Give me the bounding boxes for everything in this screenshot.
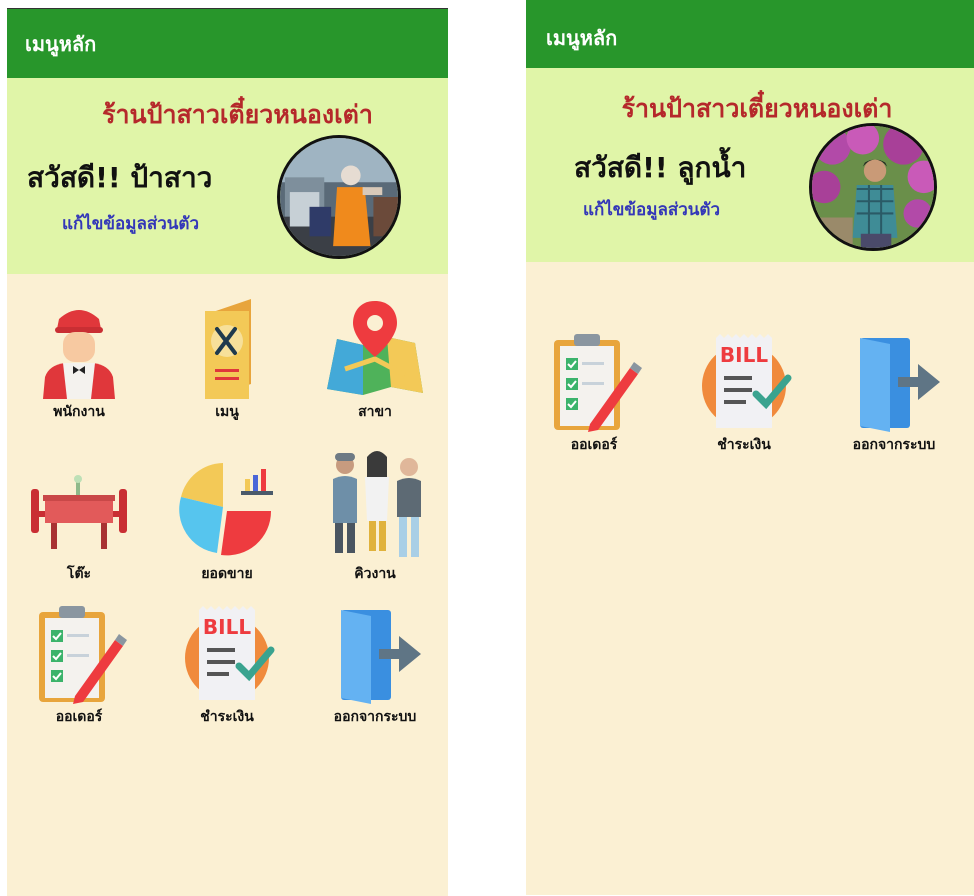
logout-icon — [860, 338, 940, 432]
menu-label: ออเดอร์ — [55, 709, 103, 725]
branch-map-icon — [327, 301, 423, 395]
table-icon — [31, 475, 127, 549]
menu-label: ออเดอร์ — [570, 437, 618, 453]
profile-panel: ร้านป้าสาวเตี๋ยวหนองเต่า สวัสดี!! ป้าสาว… — [7, 78, 448, 274]
avatar[interactable] — [809, 123, 937, 251]
app-bar: เมนูหลัก — [7, 9, 448, 78]
logout-icon — [341, 610, 421, 704]
edit-profile-link[interactable]: แก้ไขข้อมูลส่วนตัว — [583, 196, 720, 223]
svg-text:BILL: BILL — [203, 615, 251, 639]
staff-main-menu-screen: เมนูหลัก ร้านป้าสาวเตี๋ยวหนองเต่า สวัสดี… — [526, 0, 974, 895]
profile-panel: ร้านป้าสาวเตี๋ยวหนองเต่า สวัสดี!! ลูกน้ำ… — [526, 68, 974, 262]
menu-item-logout[interactable]: ออกจากระบบ — [830, 332, 958, 456]
app-bar-title: เมนูหลัก — [25, 31, 97, 56]
food-menu-icon — [205, 299, 251, 399]
menu-item-order[interactable]: ออเดอร์ — [15, 604, 143, 728]
menu-item-order[interactable]: ออเดอร์ — [530, 332, 658, 456]
menu-item-sales[interactable]: ยอดขาย — [163, 461, 291, 585]
menu-label: พนักงาน — [53, 404, 105, 420]
menu-label: ยอดขาย — [201, 566, 253, 582]
menu-label: เมนู — [215, 404, 239, 420]
menu-label: ชำระเงิน — [717, 437, 771, 453]
shop-name: ร้านป้าสาวเตี๋ยวหนองเต่า — [102, 100, 373, 129]
menu-label: ออกจากระบบ — [852, 437, 936, 453]
menu-item-payment[interactable]: BILL ชำระเงิน — [163, 604, 291, 728]
menu-label: ชำระเงิน — [200, 709, 254, 725]
avatar-photo — [280, 138, 398, 256]
sales-chart-icon — [179, 463, 273, 556]
bill-icon: BILL — [185, 606, 275, 700]
owner-main-menu-screen: เมนูหลัก ร้านป้าสาวเตี๋ยวหนองเต่า สวัสดี… — [7, 8, 448, 896]
greeting-text: สวัสดี!! ลูกน้ำ — [574, 151, 747, 184]
avatar-photo — [812, 126, 934, 248]
greeting-text: สวัสดี!! ป้าสาว — [27, 161, 213, 194]
order-clipboard-icon — [39, 606, 127, 704]
bill-icon: BILL — [702, 334, 792, 428]
menu-item-table[interactable]: โต๊ะ — [15, 461, 143, 585]
app-bar: เมนูหลัก — [526, 0, 974, 68]
menu-item-queue[interactable]: คิวงาน — [311, 449, 439, 585]
order-clipboard-icon — [554, 334, 642, 432]
queue-icon — [333, 451, 421, 557]
menu-item-food-menu[interactable]: เมนู — [163, 299, 291, 423]
menu-item-logout[interactable]: ออกจากระบบ — [311, 604, 439, 728]
edit-profile-link[interactable]: แก้ไขข้อมูลส่วนตัว — [62, 210, 199, 237]
app-bar-title: เมนูหลัก — [546, 26, 618, 50]
menu-item-employee[interactable]: พนักงาน — [15, 299, 143, 423]
menu-label: สาขา — [358, 404, 392, 420]
employee-icon — [43, 310, 115, 399]
menu-item-payment[interactable]: BILL ชำระเงิน — [680, 332, 808, 456]
menu-item-branch[interactable]: สาขา — [311, 299, 439, 423]
shop-name: ร้านป้าสาวเตี๋ยวหนองเต่า — [621, 94, 893, 123]
menu-label: คิวงาน — [354, 566, 396, 582]
avatar[interactable] — [277, 135, 401, 259]
menu-label: ออกจากระบบ — [333, 709, 417, 725]
menu-label: โต๊ะ — [66, 566, 92, 582]
svg-text:BILL: BILL — [720, 343, 768, 367]
